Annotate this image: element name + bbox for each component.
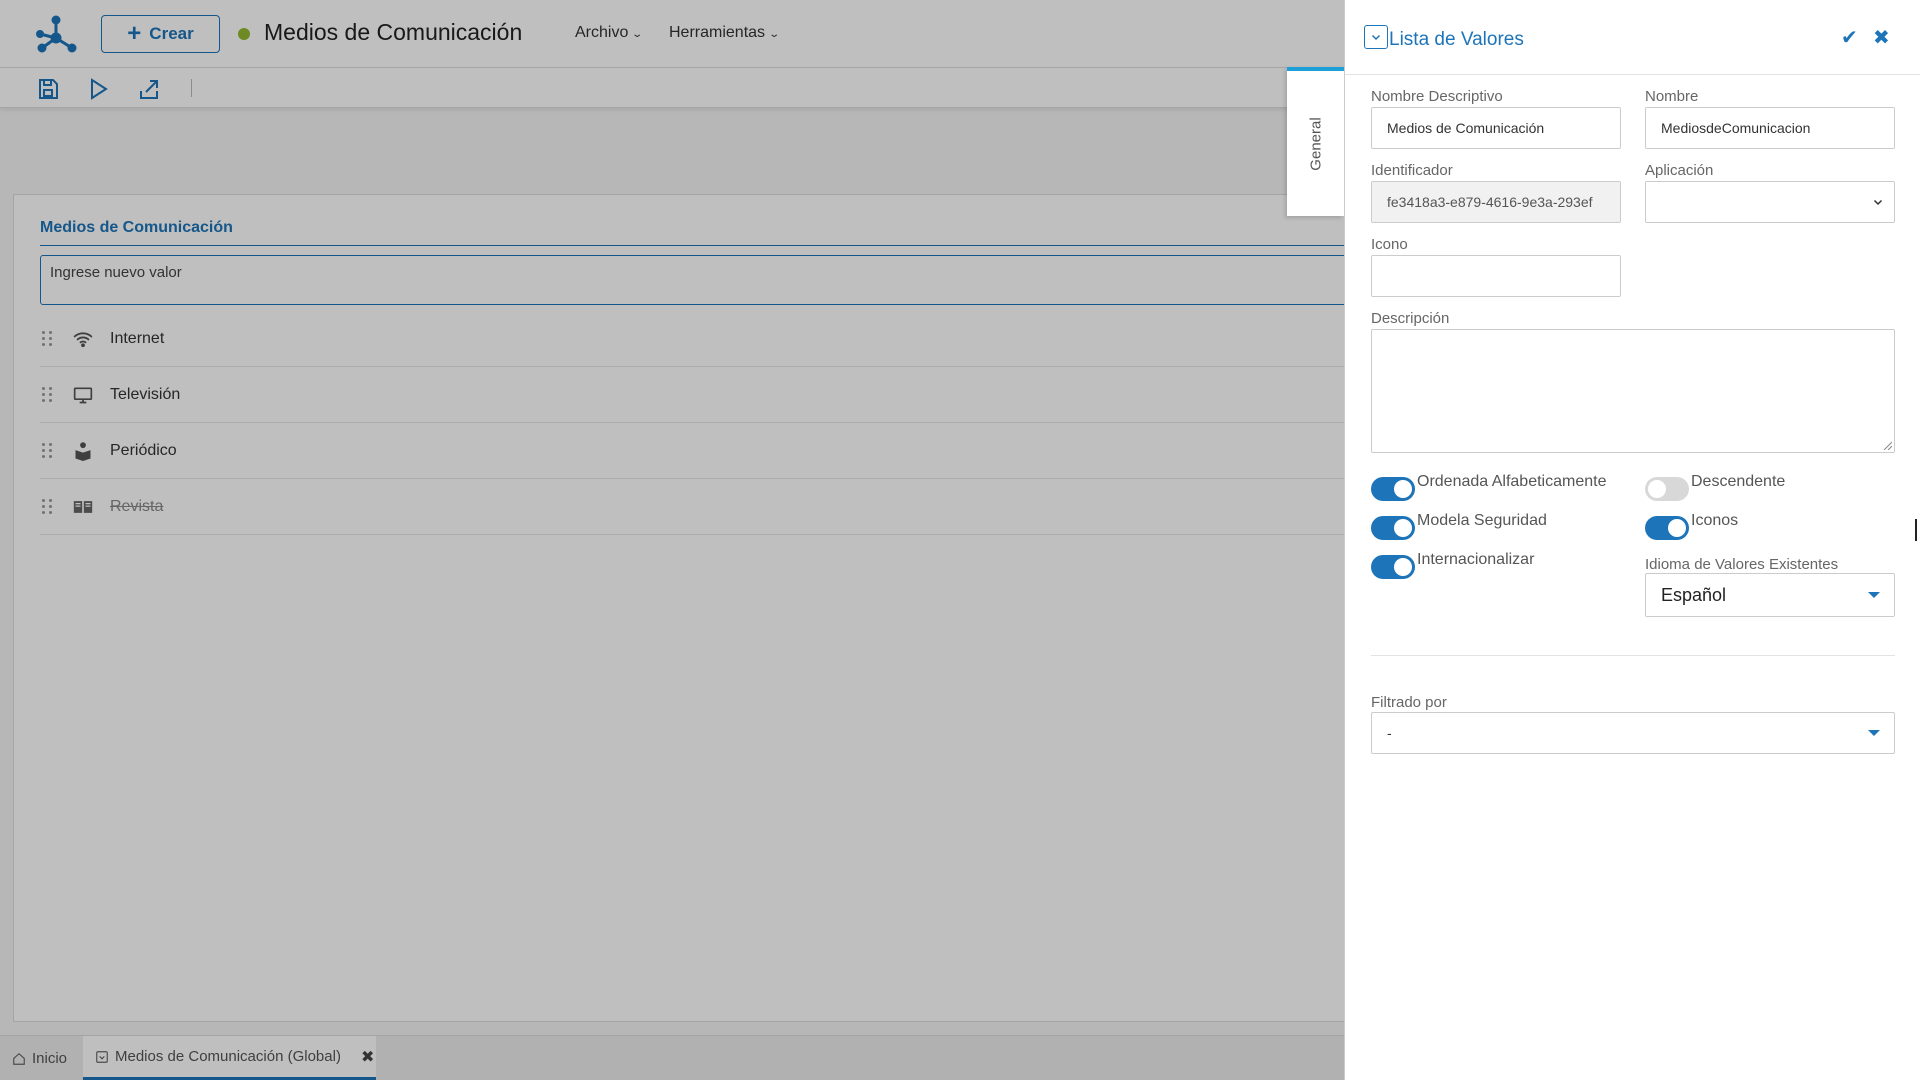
filtrado-label: Filtrado por <box>1371 694 1447 711</box>
identificador-label: Identificador <box>1371 162 1453 179</box>
internacionalizar-label: Internacionalizar <box>1417 551 1535 568</box>
properties-drawer: Lista de Valores ✔ ✖ Nombre Descriptivo … <box>1344 0 1920 1080</box>
internacionalizar-toggle[interactable] <box>1371 555 1415 579</box>
descendente-toggle[interactable] <box>1645 477 1689 501</box>
idioma-value: Español <box>1661 584 1727 605</box>
descendente-label: Descendente <box>1691 473 1786 490</box>
confirm-check-icon[interactable]: ✔ <box>1841 25 1858 50</box>
resize-handle-icon[interactable] <box>1882 440 1892 450</box>
caret-down-icon <box>1868 730 1880 736</box>
nombre-descriptivo-label: Nombre Descriptivo <box>1371 88 1503 105</box>
identificador-input: fe3418a3-e879-4616-9e3a-293ef <box>1371 181 1621 223</box>
descripcion-label: Descripción <box>1371 310 1450 327</box>
filtrado-value: - <box>1387 725 1392 741</box>
icono-input[interactable] <box>1371 255 1621 297</box>
ordenada-toggle[interactable] <box>1371 477 1415 501</box>
nombre-label: Nombre <box>1645 88 1699 105</box>
mouse-cursor-icon <box>1915 519 1917 541</box>
idioma-select[interactable]: Español <box>1645 573 1895 617</box>
section-divider <box>1371 655 1895 656</box>
tab-general[interactable]: General <box>1287 67 1344 216</box>
ordenada-label: Ordenada Alfabeticamente <box>1417 473 1607 490</box>
modela-seguridad-toggle[interactable] <box>1371 516 1415 540</box>
nombre-input[interactable]: MediosdeComunicacion <box>1645 107 1895 149</box>
chevron-down-icon <box>1873 199 1883 206</box>
nombre-descriptivo-input[interactable]: Medios de Comunicación <box>1371 107 1621 149</box>
aplicacion-label: Aplicación <box>1645 162 1714 179</box>
aplicacion-select[interactable] <box>1645 181 1895 223</box>
collapse-icon[interactable] <box>1364 25 1388 49</box>
descripcion-textarea[interactable] <box>1371 329 1895 453</box>
filtrado-select[interactable]: - <box>1371 712 1895 754</box>
iconos-label: Iconos <box>1691 512 1739 529</box>
drawer-header: Lista de Valores ✔ ✖ <box>1345 0 1920 75</box>
iconos-toggle[interactable] <box>1645 516 1689 540</box>
icono-label: Icono <box>1371 236 1408 253</box>
drawer-title: Lista de Valores <box>1389 29 1524 50</box>
caret-down-icon <box>1868 592 1880 598</box>
modela-seguridad-label: Modela Seguridad <box>1417 512 1547 529</box>
tab-general-label: General <box>1307 116 1324 171</box>
idioma-label: Idioma de Valores Existentes <box>1645 556 1839 573</box>
close-icon[interactable]: ✖ <box>1873 25 1890 50</box>
